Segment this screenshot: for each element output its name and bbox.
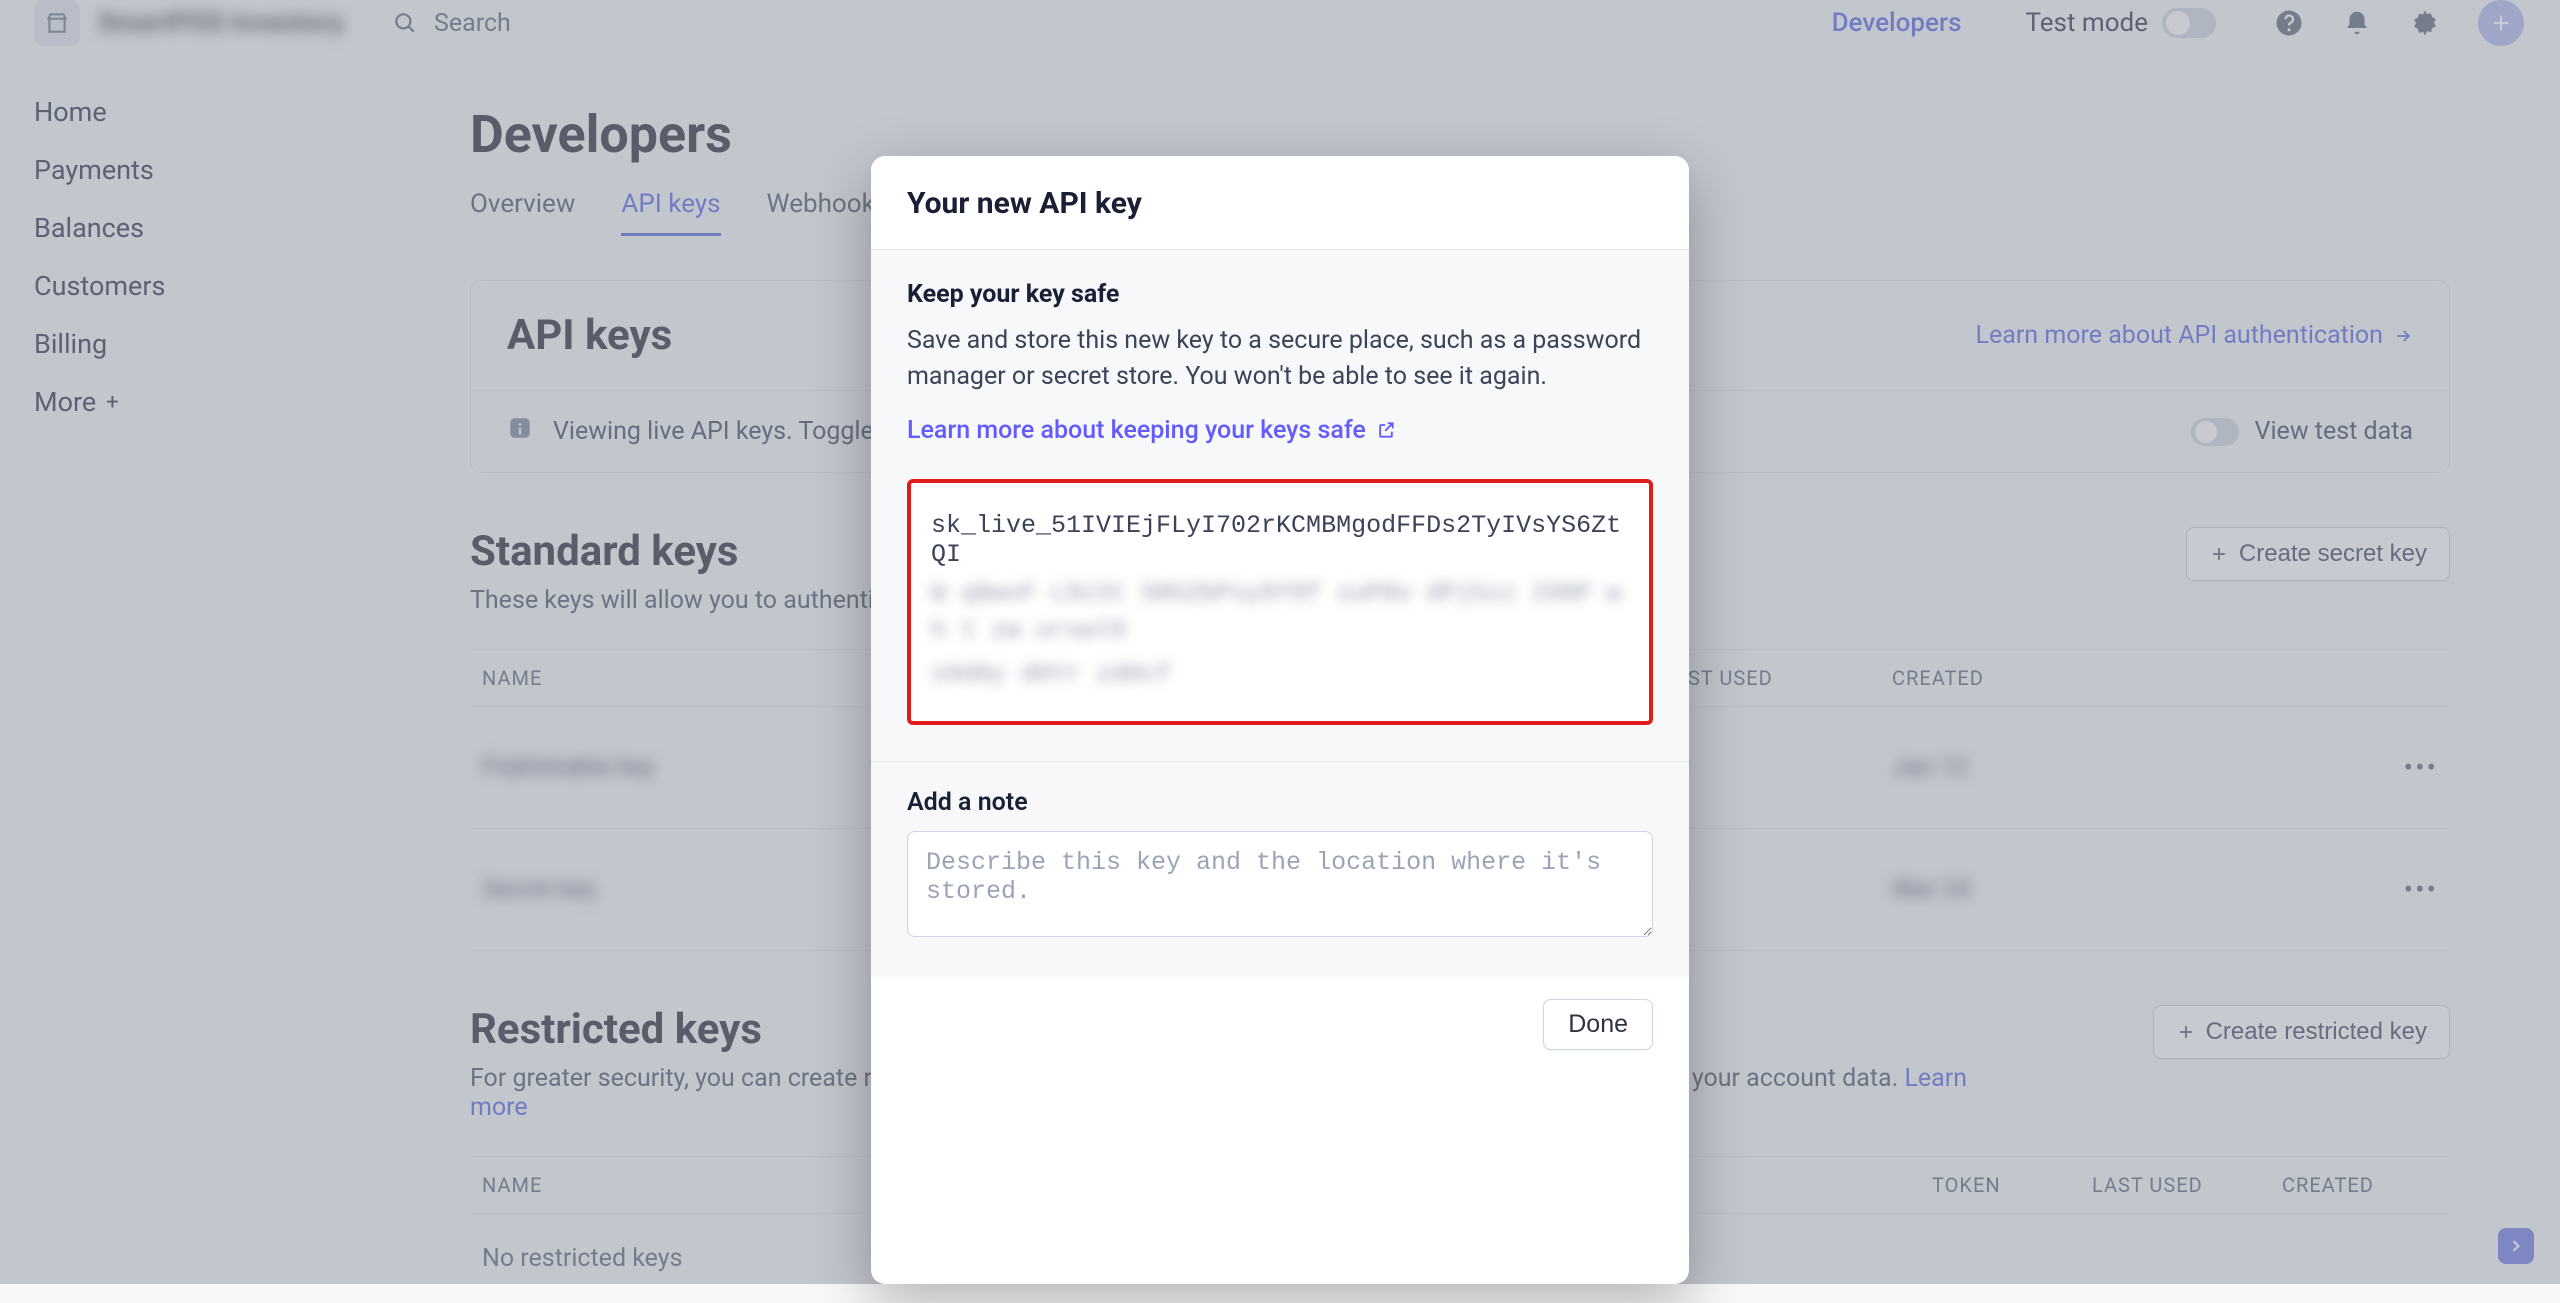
api-key-visible: sk_live_51IVIEjFLyI702rKCMBMgodFFDs2TyIV… <box>931 511 1629 569</box>
keep-safe-heading: Keep your key safe <box>907 280 1653 309</box>
keep-safe-learn-link[interactable]: Learn more about keeping your keys safe <box>907 416 1396 445</box>
modal-overlay[interactable]: Your new API key Keep your key safe Save… <box>0 0 2560 1284</box>
note-textarea[interactable] <box>907 831 1653 937</box>
note-label: Add a note <box>907 788 1653 817</box>
new-api-key-modal: Your new API key Keep your key safe Save… <box>871 156 1689 1284</box>
keep-safe-text: Save and store this new key to a secure … <box>907 323 1653 396</box>
modal-title: Your new API key <box>907 186 1653 221</box>
api-key-hidden-2: s9d0y d0Yr zd0cf <box>931 656 1629 694</box>
done-button[interactable]: Done <box>1543 999 1653 1050</box>
external-link-icon <box>1376 420 1396 440</box>
api-key-hidden-1: W q8wvF L9z3t S0hZbPsy9Y9f suP8o dPj5zz … <box>931 575 1629 650</box>
api-key-display[interactable]: sk_live_51IVIEjFLyI702rKCMBMgodFFDs2TyIV… <box>907 479 1653 726</box>
